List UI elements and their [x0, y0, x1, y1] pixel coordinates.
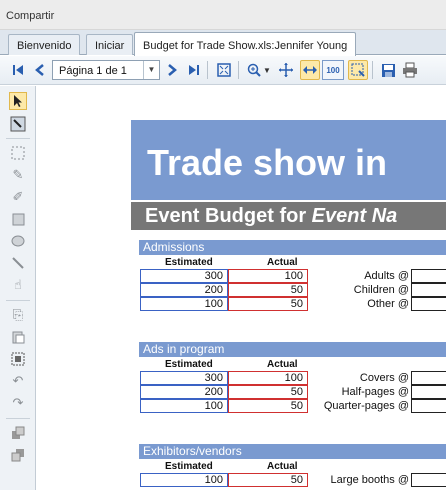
toolbar-divider [6, 418, 30, 419]
estimated-cell: 200 [140, 283, 228, 297]
estimated-cell: 300 [140, 371, 228, 385]
column-header-actual: Actual [267, 359, 298, 370]
document-preview[interactable]: Trade show in Event Budget for Event Na … [37, 86, 446, 490]
actual-cell: 50 [228, 473, 308, 487]
select-arrow-icon[interactable] [9, 92, 27, 110]
zoom-icon[interactable] [244, 60, 264, 80]
row-label: Large booths @ [330, 474, 409, 486]
subtitle-prefix: Event Budget for [145, 205, 312, 227]
column-header-estimated: Estimated [165, 461, 213, 472]
estimated-cell: 300 [140, 269, 228, 283]
navigation-toolbar: Página 1 de 1 ▼ ▼ 100 [0, 56, 446, 85]
annotation-toolbar: ✎ ✐ ☝ ⎘ ↶ ↷ [0, 86, 36, 490]
zoom-selection-icon[interactable] [348, 60, 368, 80]
document-banner-title: Trade show in [131, 120, 446, 200]
estimated-cell: 100 [140, 473, 228, 487]
toolbar-divider [372, 61, 373, 79]
column-header-actual: Actual [267, 257, 298, 268]
send-backward-icon[interactable] [9, 446, 27, 464]
row-label: Half-pages @ [341, 386, 409, 398]
row-label: Adults @ [364, 270, 409, 282]
line-tool-icon[interactable] [9, 254, 27, 272]
document-tabs: Bienvenido Iniciar Budget for Trade Show… [0, 30, 446, 56]
column-header-estimated: Estimated [165, 359, 213, 370]
actual-cell: 50 [228, 283, 308, 297]
actual-cell: 50 [228, 399, 308, 413]
save-icon[interactable] [378, 60, 398, 80]
actual-cell: 50 [228, 297, 308, 311]
text-select-icon[interactable] [9, 115, 27, 133]
marquee-select-icon[interactable] [9, 144, 27, 162]
title-bar: Compartir [0, 0, 446, 49]
bring-forward-icon[interactable] [9, 424, 27, 442]
copy-icon[interactable]: ⎘ [9, 306, 27, 324]
tab-start[interactable]: Iniciar [86, 34, 134, 55]
actual-size-button[interactable]: 100 [322, 60, 344, 80]
last-page-icon[interactable] [184, 60, 204, 80]
row-label: Covers @ [359, 372, 409, 384]
select-all-icon[interactable] [9, 350, 27, 368]
input-cell [411, 473, 446, 487]
redo-icon[interactable]: ↷ [9, 394, 27, 412]
row-label: Children @ [353, 284, 409, 296]
column-header-estimated: Estimated [165, 257, 213, 268]
tab-budget-document[interactable]: Budget for Trade Show.xls:Jennifer Young [134, 32, 357, 56]
toolbar-divider [207, 61, 208, 79]
page-selector[interactable]: Página 1 de 1 ▼ [52, 60, 160, 80]
estimated-cell: 100 [140, 297, 228, 311]
section-header: Admissions [139, 240, 446, 255]
print-icon[interactable] [400, 60, 420, 80]
tab-welcome[interactable]: Bienvenido [8, 34, 81, 55]
previous-page-icon[interactable] [30, 60, 50, 80]
zoom-dropdown-icon[interactable]: ▼ [262, 60, 272, 80]
row-label: Quarter-pages @ [323, 400, 409, 412]
row-label: Other @ [367, 298, 409, 310]
toolbar-divider [6, 138, 30, 139]
toolbar-divider [6, 300, 30, 301]
input-cell [411, 385, 446, 399]
subtitle-italic: Event Na [311, 205, 398, 227]
undo-icon[interactable]: ↶ [9, 372, 27, 390]
first-page-icon[interactable] [8, 60, 28, 80]
section-header: Exhibitors/vendors [139, 444, 446, 459]
fit-width-icon[interactable] [300, 60, 320, 80]
rectangle-tool-icon[interactable] [9, 210, 27, 228]
input-cell [411, 297, 446, 311]
ellipse-tool-icon[interactable] [9, 232, 27, 250]
input-cell [411, 371, 446, 385]
paste-icon[interactable] [9, 328, 27, 346]
next-page-icon[interactable] [162, 60, 182, 80]
actual-cell: 50 [228, 385, 308, 399]
input-cell [411, 283, 446, 297]
actual-cell: 100 [228, 269, 308, 283]
actual-cell: 100 [228, 371, 308, 385]
chevron-down-icon[interactable]: ▼ [143, 61, 159, 79]
column-header-actual: Actual [267, 461, 298, 472]
input-cell [411, 399, 446, 413]
highlighter-icon[interactable]: ✐ [9, 188, 27, 206]
section-header: Ads in program [139, 342, 446, 357]
hand-tool-icon[interactable]: ☝ [9, 276, 27, 294]
page-indicator: Página 1 de 1 [59, 65, 127, 77]
toolbar-divider [238, 61, 239, 79]
input-cell [411, 269, 446, 283]
fit-page-icon[interactable] [214, 60, 234, 80]
estimated-cell: 100 [140, 399, 228, 413]
window-title: Compartir [6, 10, 55, 22]
estimated-cell: 200 [140, 385, 228, 399]
pencil-icon[interactable]: ✎ [9, 166, 27, 184]
document-subtitle: Event Budget for Event Na [131, 202, 446, 230]
pan-icon[interactable] [276, 60, 296, 80]
